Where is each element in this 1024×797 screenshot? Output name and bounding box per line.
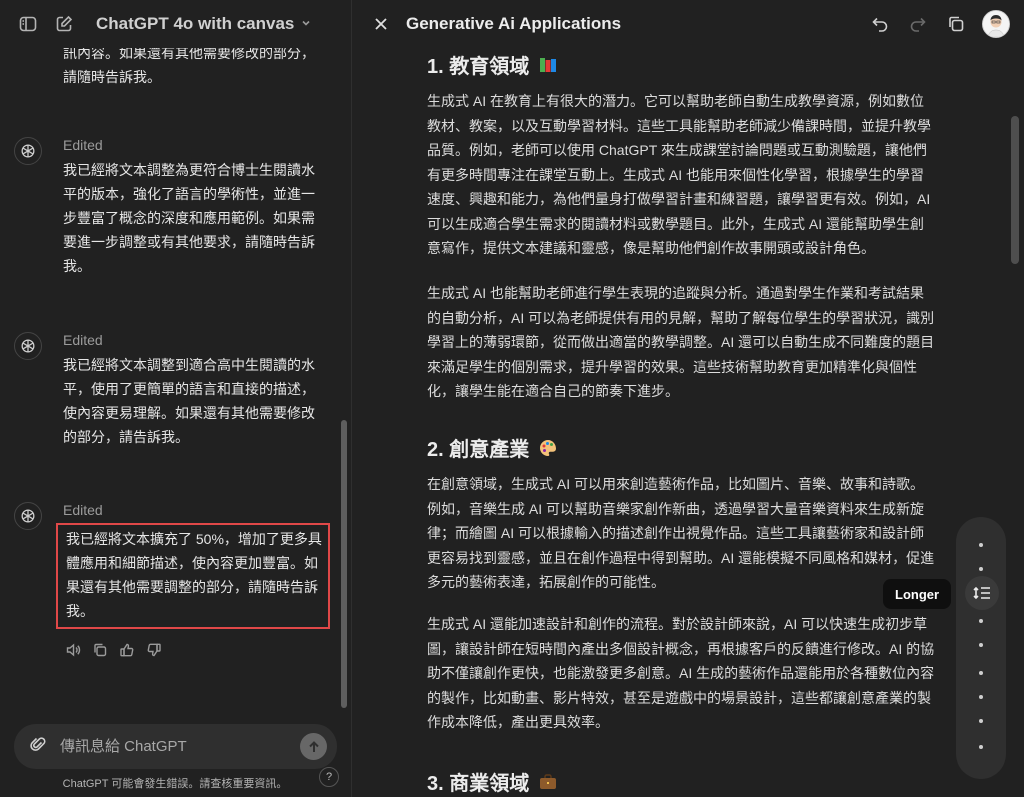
close-icon[interactable] (370, 13, 392, 35)
slider-step-dot[interactable] (979, 543, 983, 547)
message-actions (64, 641, 162, 658)
slider-step-dot[interactable] (979, 745, 983, 749)
length-tooltip: Longer (883, 579, 952, 609)
message-composer (14, 724, 337, 769)
length-slider[interactable] (956, 517, 1006, 779)
length-slider-handle[interactable] (965, 576, 999, 610)
books-icon (537, 54, 559, 76)
edited-label: Edited (63, 332, 103, 348)
redo-icon[interactable] (906, 12, 930, 36)
canvas-toolbar (868, 10, 1010, 38)
chat-scrollbar[interactable] (340, 48, 348, 728)
model-title-text: ChatGPT 4o with canvas (96, 14, 295, 33)
message-input[interactable] (60, 738, 280, 755)
attach-icon[interactable] (30, 735, 48, 758)
sidebar-toggle-icon[interactable] (16, 12, 40, 36)
chat-pane: ChatGPT 4o with canvas 訊內容。如果還有其他需要修改的部分… (0, 0, 352, 797)
document-title: Generative Ai Applications (406, 14, 622, 33)
highlighted-message-text: 我已經將文本擴充了 50%，增加了更多具體應用和細節描述，使內容更加豐富。如果還… (56, 523, 330, 629)
briefcase-icon (537, 771, 559, 793)
chatgpt-logo-icon (14, 137, 42, 165)
edited-label: Edited (63, 502, 103, 518)
section-heading: 3. 商業領域 (427, 767, 559, 796)
thumbs-down-icon[interactable] (145, 641, 162, 658)
undo-icon[interactable] (868, 12, 892, 36)
section-heading-text: 3. 商業領域 (427, 773, 530, 795)
copy-icon[interactable] (91, 641, 108, 658)
chatgpt-logo-icon (14, 502, 42, 530)
chatgpt-logo-icon (14, 332, 42, 360)
user-avatar[interactable] (982, 10, 1010, 38)
truncated-message: 訊內容。如果還有其他需要修改的部分， 請隨時告訴我。 (63, 41, 323, 89)
canvas-scrollbar-thumb[interactable] (1011, 116, 1019, 264)
slider-step-dot[interactable] (979, 695, 983, 699)
truncated-line: 請隨時告訴我。 (63, 69, 161, 85)
thumbs-up-icon[interactable] (118, 641, 135, 658)
edited-label: Edited (63, 137, 103, 153)
copy-icon[interactable] (944, 12, 968, 36)
canvas-pane: Generative Ai Applications 1. 教育領域 生成式 A… (353, 0, 1024, 797)
palette-icon (537, 437, 559, 459)
slider-step-dot[interactable] (979, 643, 983, 647)
chevron-down-icon (300, 17, 312, 32)
slider-step-dot[interactable] (979, 719, 983, 723)
paragraph: 在創意領域，生成式 AI 可以用來創造藝術作品，比如圖片、音樂、故事和詩歌。例如… (427, 476, 935, 590)
section-heading-text: 1. 教育領域 (427, 56, 530, 78)
section-heading: 1. 教育領域 (427, 50, 559, 79)
speaker-icon[interactable] (64, 641, 81, 658)
model-selector[interactable]: ChatGPT 4o with canvas (96, 14, 312, 34)
disclaimer-text: ChatGPT 可能會發生錯誤。請查核重要資訊。 (62, 778, 288, 790)
paragraph: 生成式 AI 在教育上有很大的潛力。它可以幫助老師自動生成教學資源，例如數位教材… (427, 93, 931, 256)
message-text: 我已經將文本調整為更符合博士生閱讀水平的版本，強化了語言的學術性，並進一步豐富了… (63, 162, 315, 274)
message-text: 我已經將文本調整到適合高中生閱讀的水平，使用了更簡單的語言和直接的描述，使內容更… (63, 357, 315, 445)
help-button[interactable]: ? (319, 767, 339, 787)
section-heading: 2. 創意產業 (427, 433, 559, 462)
chat-thread: 訊內容。如果還有其他需要修改的部分， 請隨時告訴我。 Edited 我已經將文本… (0, 36, 340, 726)
paragraph: 生成式 AI 也能幫助老師進行學生表現的追蹤與分析。通過對學生作業和考試結果的自… (427, 285, 935, 399)
canvas-header: Generative Ai Applications (353, 0, 1024, 48)
section-heading-text: 2. 創意產業 (427, 439, 530, 461)
slider-step-dot[interactable] (979, 619, 983, 623)
send-button[interactable] (300, 733, 327, 760)
chat-header: ChatGPT 4o with canvas (0, 0, 351, 48)
slider-step-dot[interactable] (979, 567, 983, 571)
paragraph: 生成式 AI 還能加速設計和創作的流程。對於設計師來說，AI 可以快速生成初步草… (427, 616, 935, 730)
slider-step-dot[interactable] (979, 671, 983, 675)
chat-scrollbar-thumb[interactable] (341, 420, 347, 708)
new-chat-icon[interactable] (52, 12, 76, 36)
